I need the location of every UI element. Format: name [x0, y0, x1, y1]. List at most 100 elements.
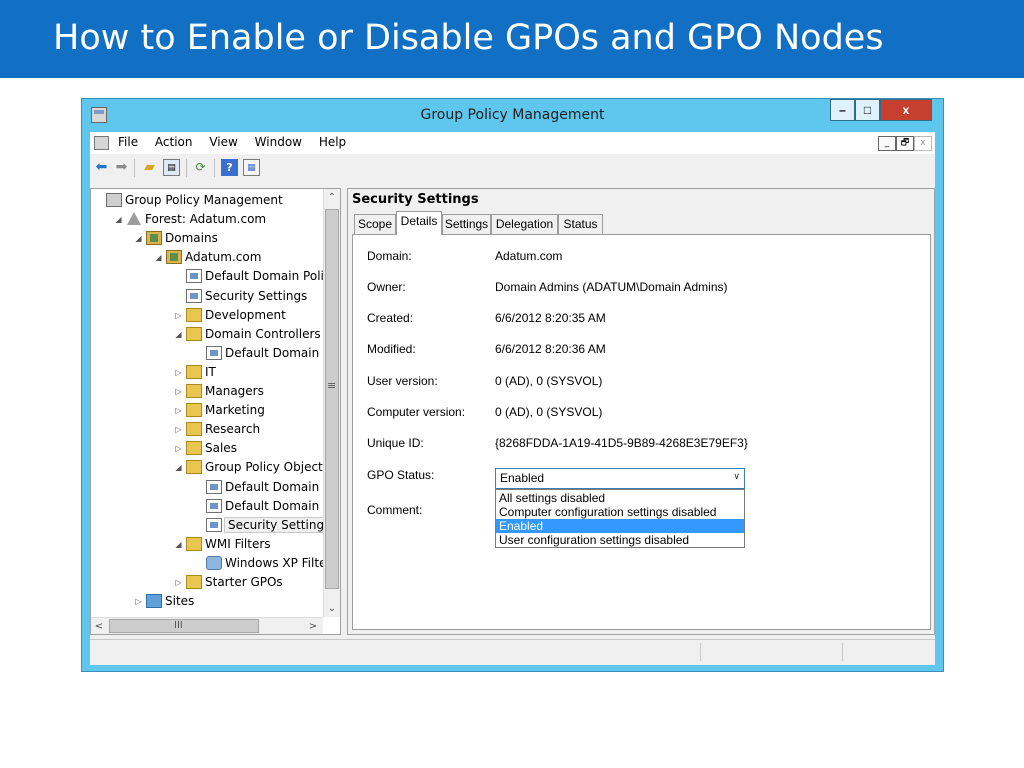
tree-item[interactable]: ◢ Group Policy Objects: [173, 458, 323, 477]
tree-item[interactable]: ◢ Domains: [133, 229, 218, 248]
gpo-status-option-enabled[interactable]: Enabled: [496, 519, 744, 533]
collapse-arrow-icon[interactable]: ◢: [113, 210, 124, 229]
gpo-icon: [206, 498, 222, 513]
expand-arrow-icon[interactable]: ▷: [173, 420, 184, 439]
gpo-status-option-computer-disabled[interactable]: Computer configuration settings disabled: [496, 505, 744, 519]
tab-settings[interactable]: Settings: [442, 214, 491, 234]
scroll-right-arrow-icon[interactable]: >: [305, 618, 321, 635]
menu-view[interactable]: View: [209, 135, 237, 149]
tree-item[interactable]: ◢ WMI Filters: [173, 535, 271, 554]
collapse-arrow-icon[interactable]: ◢: [153, 248, 164, 267]
tree-item-label: Sites: [165, 594, 195, 609]
mdi-minimize-button[interactable]: _: [878, 136, 896, 151]
ou-icon: [186, 422, 202, 437]
expand-arrow-icon[interactable]: ▷: [173, 382, 184, 401]
refresh-icon[interactable]: ⟳: [192, 159, 209, 176]
tree-horizontal-scrollbar[interactable]: < III >: [91, 617, 323, 634]
expand-arrow-icon[interactable]: ▷: [173, 306, 184, 325]
tree-item[interactable]: ▷ Sales: [173, 439, 237, 458]
close-button[interactable]: x: [880, 99, 932, 121]
tree-item[interactable]: ◢ Forest: Adatum.com: [113, 210, 266, 229]
show-hide-tree-icon[interactable]: ▤: [163, 159, 180, 176]
gpo-link-icon: [186, 288, 202, 303]
mdi-restore-button[interactable]: 🗗: [896, 136, 914, 151]
tree-item[interactable]: Security Settings: [173, 287, 307, 306]
tree-item[interactable]: Security Settings: [193, 516, 323, 535]
hscroll-grip-icon: III: [174, 620, 183, 631]
menu-help[interactable]: Help: [319, 135, 346, 149]
tree-item[interactable]: ◢ Domain Controllers: [173, 325, 321, 344]
scroll-up-arrow-icon[interactable]: ⌃: [324, 189, 340, 206]
forward-arrow-icon[interactable]: ➡: [113, 159, 130, 176]
tree-item-label: Security Settings: [223, 516, 323, 533]
tree-item[interactable]: Default Domain Policy: [173, 267, 323, 286]
starter-gpo-icon: [186, 575, 202, 589]
back-arrow-icon[interactable]: ⬅: [93, 159, 110, 176]
modified-label: Modified:: [367, 342, 416, 356]
gpo-status-option-all-disabled[interactable]: All settings disabled: [496, 491, 744, 505]
minimize-button[interactable]: –: [830, 99, 855, 121]
forest-icon: [126, 212, 142, 226]
tree-item[interactable]: ▷ Sites: [133, 592, 194, 611]
menu-file[interactable]: File: [118, 135, 138, 149]
help-icon[interactable]: ?: [221, 159, 238, 176]
scroll-left-arrow-icon[interactable]: <: [91, 618, 107, 635]
expand-arrow-icon[interactable]: ▷: [173, 439, 184, 458]
tree-item[interactable]: ▷ Managers: [173, 382, 264, 401]
user-version-value: 0 (AD), 0 (SYSVOL): [495, 374, 603, 388]
tab-details[interactable]: Details: [396, 211, 442, 235]
gpo-status-selected-value: Enabled: [500, 471, 545, 485]
expand-arrow-icon[interactable]: ▷: [133, 592, 144, 611]
wmi-filter-icon: [206, 555, 222, 570]
gpo-status-option-user-disabled[interactable]: User configuration settings disabled: [496, 533, 744, 547]
tree-item-label: Default Domain Cc: [225, 479, 323, 494]
status-bar-divider: [842, 643, 843, 661]
tab-scope[interactable]: Scope: [354, 214, 396, 234]
tree-item[interactable]: ▷ Research: [173, 420, 260, 439]
tree-item[interactable]: Default Domain Pc: [193, 497, 323, 516]
tree-item-label: Default Domain Cc: [225, 345, 323, 360]
gpo-status-label: GPO Status:: [367, 468, 435, 482]
tree-item[interactable]: ◢ Adatum.com: [153, 248, 261, 267]
gpo-container-icon: [186, 460, 202, 475]
tree-item[interactable]: Windows XP Filter: [193, 554, 323, 573]
tree-horizontal-scroll-thumb[interactable]: [109, 619, 259, 633]
tree-item[interactable]: ▷ Marketing: [173, 401, 265, 420]
expand-arrow-icon[interactable]: ▷: [173, 363, 184, 382]
tree-vertical-scrollbar[interactable]: ⌃ ≡ ⌄: [323, 189, 340, 617]
menu-window[interactable]: Window: [255, 135, 302, 149]
collapse-arrow-icon[interactable]: ◢: [173, 535, 184, 554]
expand-arrow-icon[interactable]: ▷: [173, 401, 184, 420]
folder-up-icon[interactable]: ▰: [141, 159, 158, 176]
collapse-arrow-icon[interactable]: ◢: [173, 458, 184, 477]
tab-status[interactable]: Status: [558, 214, 603, 234]
menu-action[interactable]: Action: [155, 135, 193, 149]
toolbar: ⬅ ➡ ▰ ▤ ⟳ ? ▦: [90, 156, 935, 180]
console-tree: Group Policy Management ◢ Forest: Adatum.c…: [90, 188, 341, 635]
unique-id-value: {8268FDDA-1A19-41D5-9B89-4268E3E79EF3}: [495, 436, 748, 450]
tree-item[interactable]: Default Domain Cc: [193, 344, 323, 363]
chevron-down-icon[interactable]: ∨: [733, 472, 740, 482]
tree-item-label: Default Domain Policy: [205, 269, 323, 284]
gpo-status-select[interactable]: Enabled ∨: [495, 468, 745, 489]
tree-item-label: Domain Controllers: [205, 326, 321, 341]
window-titlebar[interactable]: Group Policy Management – □ x: [82, 99, 943, 132]
maximize-button[interactable]: □: [855, 99, 880, 121]
tree-item-label: Adatum.com: [185, 250, 262, 265]
tab-delegation[interactable]: Delegation: [491, 214, 558, 234]
tree-vertical-scroll-thumb[interactable]: [325, 209, 339, 589]
mdi-close-button[interactable]: x: [914, 136, 932, 151]
tree-item[interactable]: Default Domain Cc: [193, 478, 323, 497]
expand-arrow-icon[interactable]: ▷: [173, 573, 184, 592]
tree-item[interactable]: ▷ Development: [173, 306, 286, 325]
properties-icon[interactable]: ▦: [243, 159, 260, 176]
collapse-arrow-icon[interactable]: ◢: [173, 325, 184, 344]
owner-value: Domain Admins (ADATUM\Domain Admins): [495, 280, 728, 294]
tree-item[interactable]: ▷ Starter GPOs: [173, 573, 283, 592]
console-menu-icon[interactable]: [94, 136, 109, 150]
status-bar: [90, 639, 935, 663]
tree-item[interactable]: ▷ IT: [173, 363, 216, 382]
scroll-down-arrow-icon[interactable]: ⌄: [324, 600, 340, 617]
tree-item[interactable]: Group Policy Management: [93, 191, 283, 210]
collapse-arrow-icon[interactable]: ◢: [133, 229, 144, 248]
